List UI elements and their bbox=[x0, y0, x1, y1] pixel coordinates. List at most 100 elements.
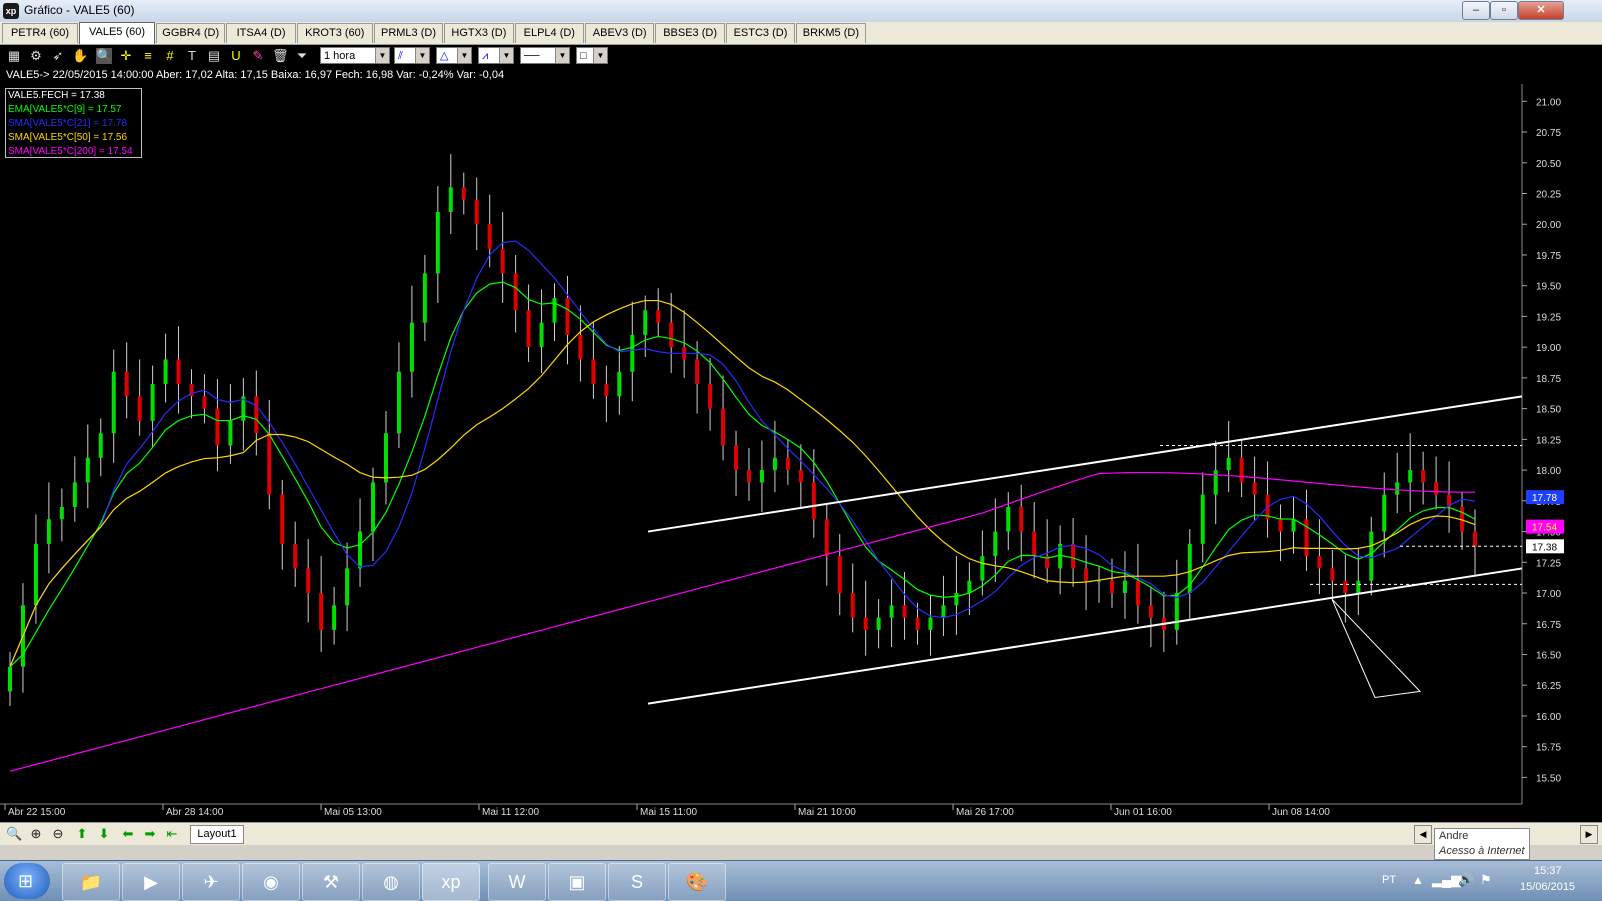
tab-prml3[interactable]: PRML3 (D) bbox=[373, 23, 444, 43]
candle-body bbox=[202, 396, 207, 409]
filter-icon[interactable]: ⏷ bbox=[294, 48, 310, 64]
candle-body bbox=[993, 531, 998, 557]
color-swatch-icon: □ bbox=[580, 50, 587, 62]
x-tick-label: Mai 11 12:00 bbox=[482, 807, 540, 818]
signal-icon[interactable]: ▂▄▆ bbox=[1432, 872, 1461, 888]
y-tick-label: 19.00 bbox=[1536, 343, 1561, 354]
candle-body bbox=[1071, 543, 1076, 569]
arrow-right-icon[interactable]: ➡ bbox=[142, 826, 158, 842]
chart-icon[interactable]: ▦ bbox=[6, 48, 22, 64]
candle-body bbox=[1019, 506, 1024, 532]
tab-bbse3[interactable]: BBSE3 (D) bbox=[655, 23, 725, 43]
grid-icon[interactable]: # bbox=[162, 48, 178, 64]
crosshair-icon[interactable]: ✛ bbox=[118, 48, 134, 64]
tab-vale5[interactable]: VALE5 (60) bbox=[79, 22, 155, 44]
candle-body bbox=[422, 273, 427, 323]
hand-icon[interactable]: ✋ bbox=[72, 48, 88, 64]
arrow-up-icon[interactable]: ⬆ bbox=[74, 826, 90, 842]
taskbar-paint[interactable]: 🎨 bbox=[668, 863, 726, 901]
tab-brkm5[interactable]: BRKM5 (D) bbox=[796, 23, 866, 43]
taskbar-media-player[interactable]: ▶ bbox=[122, 863, 180, 901]
fib-tool-select[interactable]: ⩘ ▼ bbox=[478, 47, 514, 64]
close-button[interactable]: ✕ bbox=[1518, 1, 1564, 20]
zoom-icon[interactable]: 🔍 bbox=[96, 48, 112, 64]
volume-icon[interactable]: 🔊 bbox=[1458, 872, 1474, 888]
y-tick-label: 15.75 bbox=[1536, 743, 1561, 754]
paint-icon[interactable]: ✎ bbox=[250, 48, 266, 64]
candle-body bbox=[1006, 506, 1011, 532]
language-indicator[interactable]: PT bbox=[1382, 874, 1396, 886]
candle-body bbox=[1109, 580, 1114, 594]
y-tick-label: 19.75 bbox=[1536, 251, 1561, 262]
taskbar-tool[interactable]: ⚒ bbox=[302, 863, 360, 901]
arrow-left-icon[interactable]: ⬅ bbox=[120, 826, 136, 842]
x-tick-label: Jun 01 16:00 bbox=[1114, 807, 1172, 818]
candle-body bbox=[1084, 568, 1089, 581]
gear-icon[interactable]: ⚙ bbox=[28, 48, 44, 64]
layout-tab[interactable]: Layout1 bbox=[190, 825, 244, 844]
tab-krot3[interactable]: KROT3 (60) bbox=[296, 23, 373, 43]
flag-icon[interactable]: ⚑ bbox=[1480, 872, 1492, 888]
word-icon: W bbox=[508, 872, 526, 892]
candle-body bbox=[695, 359, 700, 385]
candle-body bbox=[630, 334, 635, 372]
chart-svg[interactable]: 21.00 20.75 20.50 20.25 20.00 19.75 19.50 19.25… bbox=[0, 84, 1602, 822]
taskbar-skype[interactable]: S bbox=[608, 863, 666, 901]
chevron-down-icon: ▼ bbox=[457, 48, 471, 63]
line-tool-select[interactable]: ⫽ ▼ bbox=[394, 47, 430, 64]
candle-body bbox=[72, 482, 77, 507]
candle-body bbox=[1252, 482, 1257, 495]
tab-elpl4[interactable]: ELPL4 (D) bbox=[514, 23, 584, 43]
tab-ggbr4[interactable]: GGBR4 (D) bbox=[156, 23, 226, 43]
timeframe-select[interactable]: 1 hora ▼ bbox=[320, 47, 390, 64]
candle-body bbox=[150, 384, 155, 421]
candle-body bbox=[656, 310, 661, 323]
taskbar-chrome[interactable]: ◍ bbox=[362, 863, 420, 901]
taskbar-network[interactable]: ✈ bbox=[182, 863, 240, 901]
arrow-down-icon[interactable]: ⬇ bbox=[96, 826, 112, 842]
taskbar-photos[interactable]: ▣ bbox=[548, 863, 606, 901]
tab-petr4[interactable]: PETR4 (60) bbox=[2, 23, 78, 43]
color-select[interactable]: □ ▼ bbox=[576, 47, 608, 64]
zoom-fit-icon[interactable]: 🔍 bbox=[6, 826, 22, 842]
tab-estc3[interactable]: ESTC3 (D) bbox=[725, 23, 796, 43]
line-style-select[interactable]: ── ▼ bbox=[520, 47, 570, 64]
price-chart[interactable]: 21.00 20.75 20.50 20.25 20.00 19.75 19.50 19.25… bbox=[0, 84, 1602, 822]
tab-abev3[interactable]: ABEV3 (D) bbox=[585, 23, 655, 43]
hline-icon[interactable]: ≡ bbox=[140, 48, 156, 64]
candle-body bbox=[1434, 482, 1439, 495]
clock-date[interactable]: 15/06/2015 bbox=[1520, 881, 1575, 893]
tab-itsa4[interactable]: ITSA4 (D) bbox=[226, 23, 296, 43]
candle-body bbox=[228, 420, 233, 446]
price-tag-label: 17.78 bbox=[1532, 493, 1557, 504]
scroll-right-button[interactable]: ▶ bbox=[1580, 825, 1598, 844]
trash-icon[interactable]: 🗑 bbox=[272, 48, 289, 64]
taskbar-hp[interactable]: ◉ bbox=[242, 863, 300, 901]
channel-upper-line bbox=[647, 395, 1523, 533]
taskbar-word[interactable]: W bbox=[488, 863, 546, 901]
maximize-button[interactable]: ▫ bbox=[1490, 1, 1518, 20]
scroll-left-button[interactable]: ◀ bbox=[1414, 825, 1432, 844]
scroll-start-icon[interactable]: ⇤ bbox=[164, 826, 180, 842]
calculator-icon[interactable]: ▤ bbox=[206, 48, 222, 64]
start-button[interactable]: ⊞ bbox=[4, 863, 50, 899]
taskbar-explorer[interactable]: 📁 bbox=[62, 863, 120, 901]
zoom-out-icon[interactable]: ⊖ bbox=[50, 826, 66, 842]
candle-body bbox=[1135, 580, 1140, 606]
candle-body bbox=[643, 310, 648, 335]
shape-tool-select[interactable]: △ ▼ bbox=[436, 47, 472, 64]
zoom-in-icon[interactable]: ⊕ bbox=[28, 826, 44, 842]
magnet-icon[interactable]: U bbox=[228, 48, 244, 64]
clock-time[interactable]: 15:37 bbox=[1534, 865, 1562, 877]
tab-hgtx3[interactable]: HGTX3 (D) bbox=[444, 23, 514, 43]
y-tick-label: 15.50 bbox=[1536, 773, 1561, 784]
candle-body bbox=[1174, 593, 1179, 630]
candle-body bbox=[539, 322, 544, 348]
text-icon[interactable]: T bbox=[184, 48, 200, 64]
cursor-icon[interactable]: ➶ bbox=[50, 48, 66, 64]
taskbar-xp[interactable]: xp bbox=[422, 863, 480, 901]
y-axis-panel bbox=[1522, 84, 1602, 822]
candle-body bbox=[759, 470, 764, 483]
tray-expand-icon[interactable]: ▲ bbox=[1412, 873, 1424, 887]
minimize-button[interactable]: – bbox=[1462, 1, 1490, 20]
